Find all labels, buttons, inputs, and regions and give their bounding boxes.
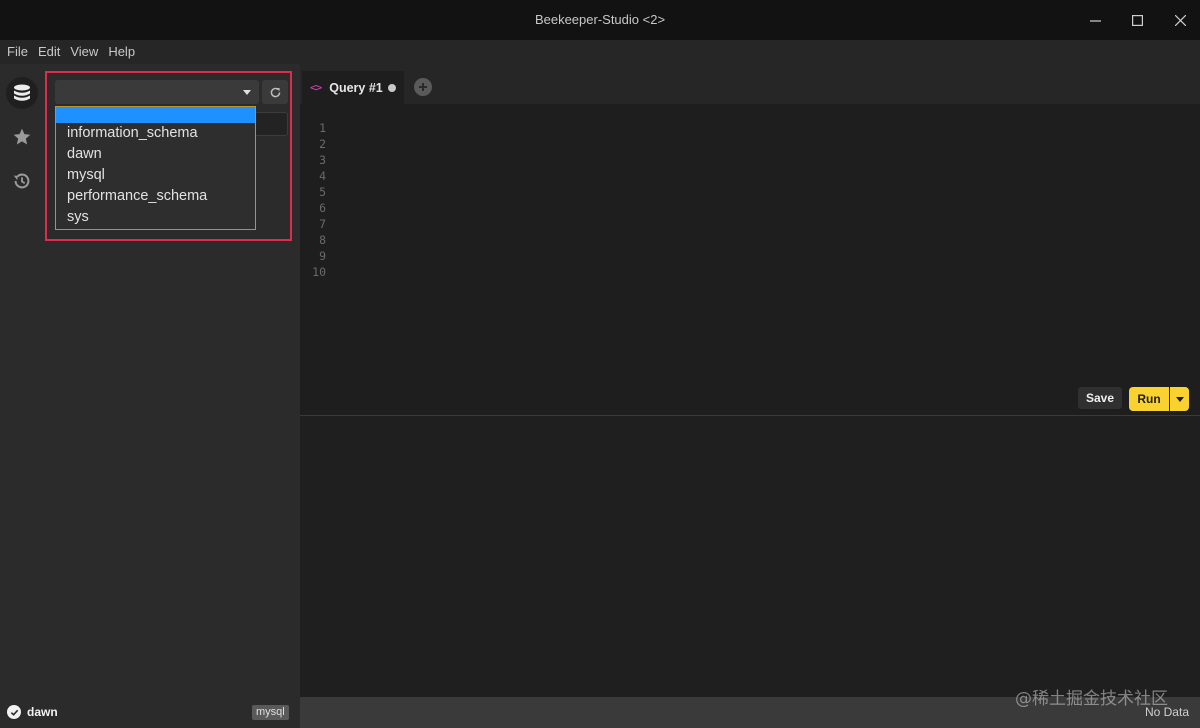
tab-bar: <> Query #1 bbox=[300, 64, 1200, 104]
activity-favorites[interactable] bbox=[0, 117, 44, 157]
tab-query-1[interactable]: <> Query #1 bbox=[302, 71, 404, 104]
dropdown-option[interactable]: performance_schema bbox=[56, 186, 255, 207]
menu-edit[interactable]: Edit bbox=[33, 40, 65, 64]
line-numbers: 1 2 3 4 5 6 7 8 9 10 bbox=[300, 120, 326, 280]
minimize-button[interactable] bbox=[1073, 0, 1117, 40]
dropdown-option[interactable]: sys bbox=[56, 207, 255, 228]
close-icon bbox=[1174, 14, 1186, 26]
plus-icon bbox=[419, 83, 427, 91]
title-bar: Beekeeper-Studio <2> bbox=[0, 0, 1200, 40]
run-button[interactable]: Run bbox=[1129, 387, 1169, 411]
line-number: 9 bbox=[319, 249, 326, 263]
minimize-icon bbox=[1089, 19, 1101, 22]
check-circle-icon bbox=[7, 705, 21, 719]
line-number: 5 bbox=[319, 185, 326, 199]
line-number: 8 bbox=[319, 233, 326, 247]
activity-bar bbox=[0, 64, 44, 697]
line-number: 7 bbox=[319, 217, 326, 231]
menu-bar: File Edit View Help bbox=[0, 40, 1200, 64]
database-dropdown: information_schema dawn mysql performanc… bbox=[55, 106, 256, 230]
sql-editor[interactable]: 1 2 3 4 5 6 7 8 9 10 bbox=[300, 104, 1200, 414]
line-number: 3 bbox=[319, 153, 326, 167]
window-title: Beekeeper-Studio <2> bbox=[534, 12, 666, 27]
save-button[interactable]: Save bbox=[1078, 387, 1122, 409]
line-number: 4 bbox=[319, 169, 326, 183]
chevron-down-icon bbox=[1175, 396, 1184, 402]
line-number: 6 bbox=[319, 201, 326, 215]
connection-type-badge: mysql bbox=[252, 705, 289, 720]
database-select[interactable] bbox=[55, 80, 259, 104]
dropdown-option[interactable]: mysql bbox=[56, 165, 255, 186]
unsaved-dot-icon[interactable] bbox=[388, 84, 396, 92]
line-number: 1 bbox=[319, 121, 326, 135]
database-icon bbox=[14, 84, 30, 101]
close-button[interactable] bbox=[1158, 0, 1200, 40]
dropdown-option[interactable]: dawn bbox=[56, 144, 255, 165]
connection-name: dawn bbox=[27, 705, 58, 719]
connection-status[interactable]: dawn mysql bbox=[0, 697, 300, 728]
maximize-icon bbox=[1131, 14, 1143, 26]
activity-database[interactable] bbox=[0, 73, 44, 113]
tab-label: Query #1 bbox=[329, 80, 383, 95]
star-icon bbox=[13, 128, 31, 145]
menu-file[interactable]: File bbox=[2, 40, 33, 64]
line-number: 10 bbox=[312, 265, 326, 279]
watermark: @稀土掘金技术社区 bbox=[1015, 689, 1168, 709]
menu-help[interactable]: Help bbox=[103, 40, 140, 64]
line-number: 2 bbox=[319, 137, 326, 151]
chevron-down-icon bbox=[243, 90, 251, 95]
add-tab-button[interactable] bbox=[414, 78, 432, 96]
maximize-button[interactable] bbox=[1115, 0, 1159, 40]
dropdown-option[interactable]: information_schema bbox=[56, 123, 255, 144]
run-options-button[interactable] bbox=[1170, 387, 1189, 411]
menu-view[interactable]: View bbox=[65, 40, 103, 64]
activity-history[interactable] bbox=[0, 161, 44, 201]
results-panel bbox=[300, 416, 1200, 697]
refresh-icon bbox=[270, 87, 280, 97]
history-icon bbox=[13, 173, 30, 189]
main-area: <> Query #1 1 2 3 4 5 6 7 8 9 10 Save Ru… bbox=[300, 64, 1200, 697]
refresh-button[interactable] bbox=[262, 80, 288, 104]
code-icon: <> bbox=[310, 81, 322, 94]
dropdown-option[interactable] bbox=[56, 107, 255, 123]
